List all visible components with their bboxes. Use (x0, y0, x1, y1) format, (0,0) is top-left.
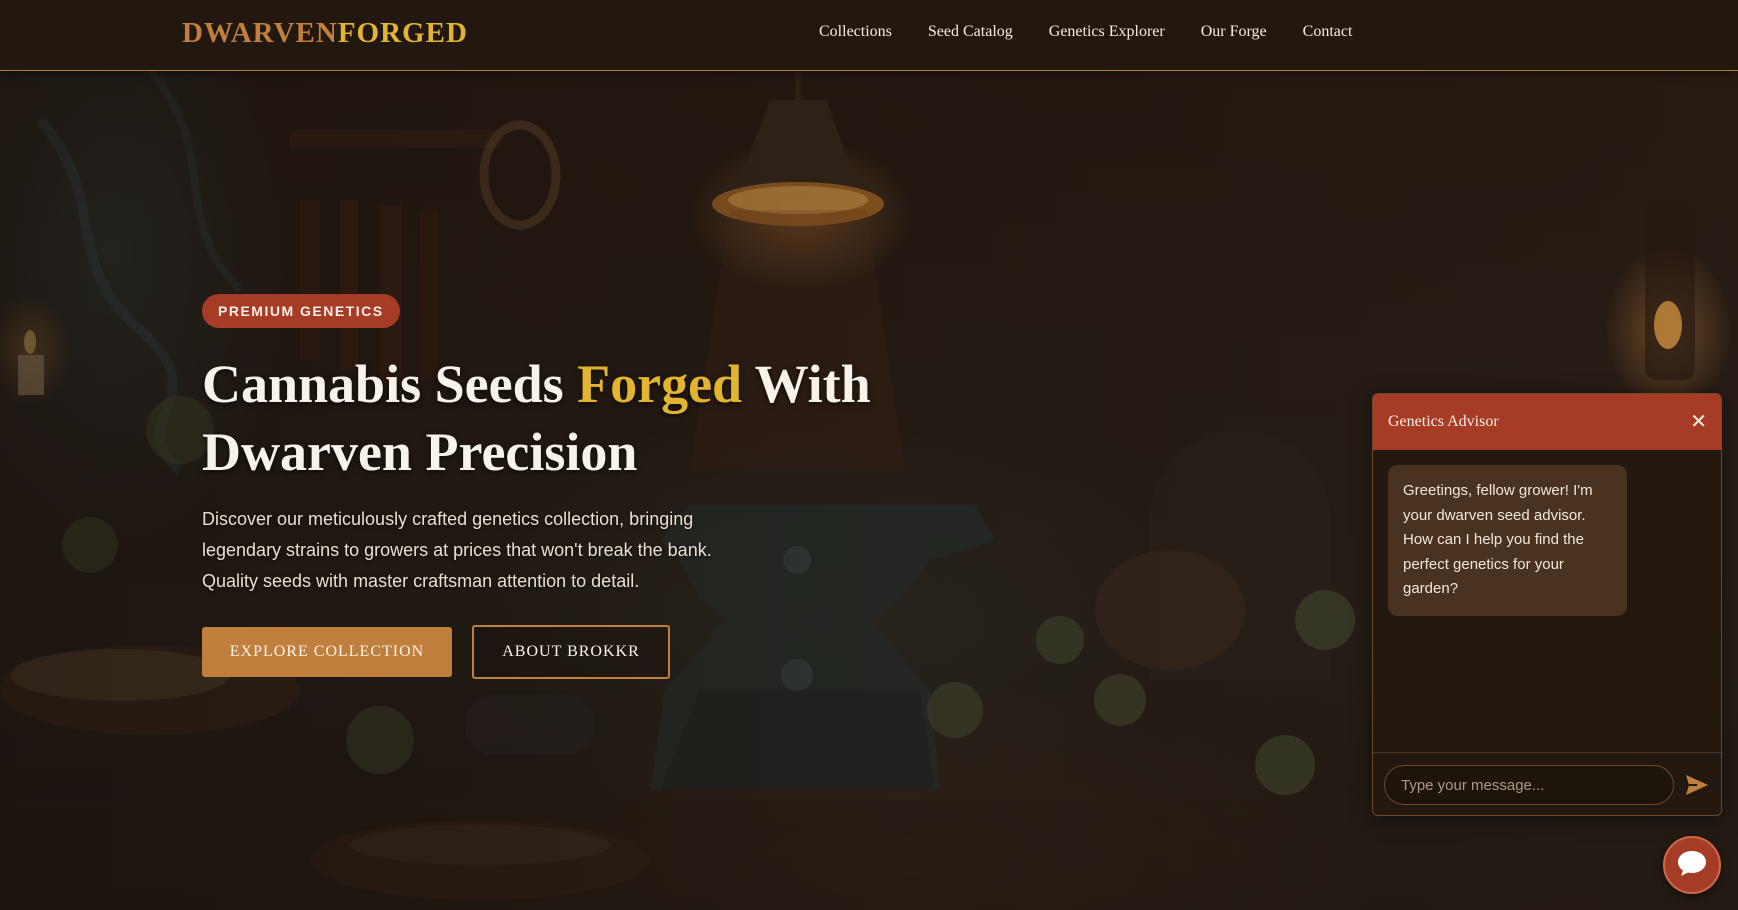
nav-link-our-forge[interactable]: Our Forge (1201, 23, 1267, 41)
hero-headline: Cannabis Seeds Forged With Dwarven Preci… (202, 350, 962, 486)
close-icon[interactable]: ✕ (1690, 412, 1707, 432)
bot-message: Greetings, fellow grower! I'm your dwarv… (1388, 465, 1627, 616)
chat-title: Genetics Advisor (1388, 413, 1499, 430)
nav-link-contact[interactable]: Contact (1303, 23, 1353, 41)
top-navbar: DWARVENFORGED Collections Seed Catalog G… (0, 0, 1738, 71)
nav-link-seed-catalog[interactable]: Seed Catalog (928, 23, 1013, 41)
chat-input-bar (1373, 752, 1721, 815)
explore-collection-button[interactable]: EXPLORE COLLECTION (202, 627, 452, 677)
chat-toggle-button[interactable] (1663, 836, 1721, 894)
chat-window: Genetics Advisor ✕ Greetings, fellow gro… (1372, 393, 1722, 816)
chat-message-input[interactable] (1384, 765, 1674, 805)
nav-link-genetics-explorer[interactable]: Genetics Explorer (1049, 23, 1165, 41)
logo-part-2: FORGED (337, 17, 468, 49)
chat-bubble-icon (1677, 849, 1707, 882)
nav-links: Collections Seed Catalog Genetics Explor… (819, 23, 1352, 41)
chat-header: Genetics Advisor ✕ (1373, 394, 1721, 450)
chat-messages: Greetings, fellow grower! I'm your dwarv… (1373, 450, 1721, 756)
about-brokkr-button[interactable]: ABOUT BROKKR (472, 625, 670, 679)
send-icon[interactable] (1684, 772, 1710, 798)
site-logo[interactable]: DWARVENFORGED (182, 17, 468, 50)
nav-link-collections[interactable]: Collections (819, 23, 892, 41)
headline-accent: Forged (577, 354, 743, 414)
logo-part-1: DWARVEN (182, 17, 338, 49)
hero-description: Discover our meticulously crafted geneti… (202, 509, 712, 591)
headline-part-1: Cannabis Seeds (202, 354, 578, 414)
premium-badge: PREMIUM GENETICS (202, 294, 400, 328)
